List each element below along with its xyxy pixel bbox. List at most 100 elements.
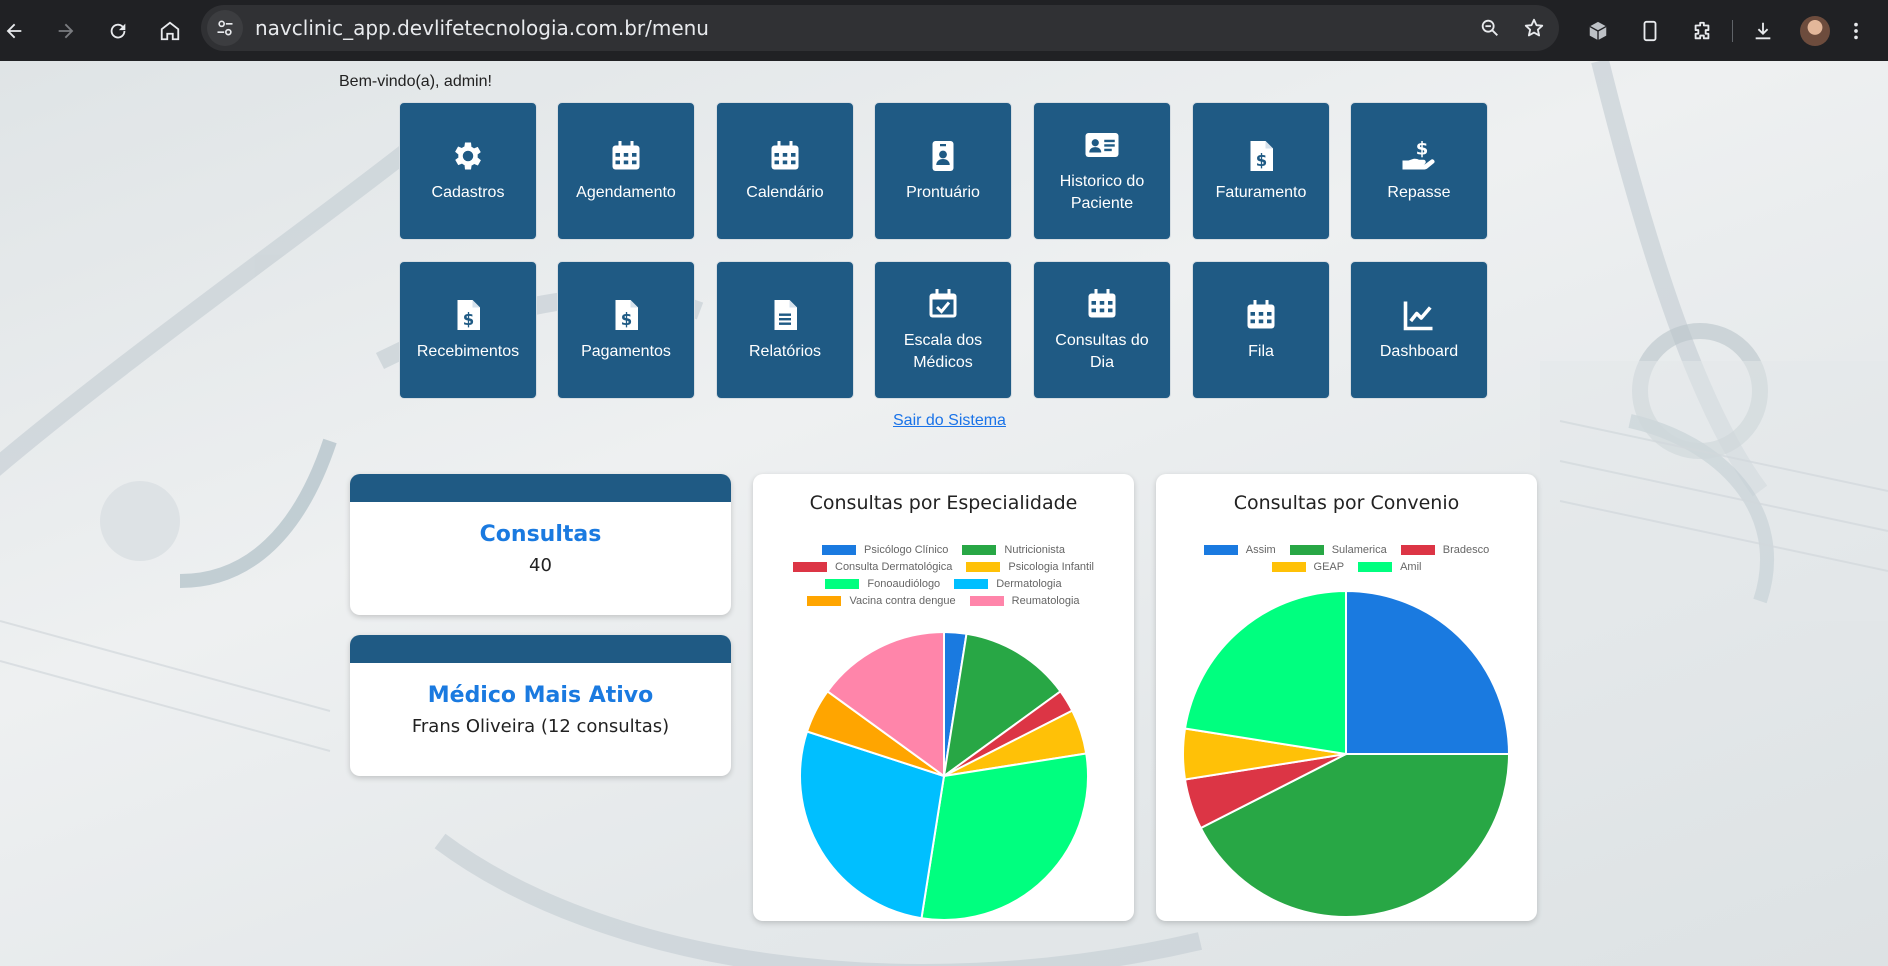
tile-fila[interactable]: Fila [1192,261,1330,399]
chart-title: Consultas por Especialidade [809,492,1078,514]
legend-item[interactable]: Reumatologia [969,595,1080,607]
tile-historico-do-paciente[interactable]: Historico do Paciente [1033,102,1171,240]
download-icon [1755,22,1771,39]
legend-label: Assim [1245,544,1276,556]
tile-label: Faturamento [1215,184,1307,201]
legend-item[interactable]: Amil [1358,561,1421,573]
tile-label: Fila [1248,343,1274,360]
tile-repasse[interactable]: $ Repasse [1350,102,1488,240]
tile-agendamento[interactable]: Agendamento [557,102,695,240]
welcome-message: Bem-vindo(a), admin! [339,73,492,90]
tile-relatorios[interactable]: Relatórios [716,261,854,399]
tile-prontuario[interactable]: Prontuário [874,102,1012,240]
tile-label: Consultas do Dia [1055,332,1149,371]
logout-link[interactable]: Sair do Sistema [893,412,1006,430]
tile-escala-dos-medicos[interactable]: Escala dos Médicos [874,261,1012,399]
pie-chart-especialidade [799,630,1089,921]
legend-label: Fonoaudiólogo [867,578,941,590]
tile-consultas-do-dia[interactable]: Consultas do Dia [1033,261,1171,399]
legend-label: Psicologia Infantil [1008,561,1094,573]
tile-cadastros[interactable]: Cadastros [399,102,537,240]
svg-text:$: $ [463,310,474,329]
reload-icon [110,23,126,38]
downloads-button[interactable] [1737,5,1789,57]
tile-label: Recebimentos [416,343,520,360]
legend-swatch [807,596,842,606]
legend-item[interactable]: Assim [1203,544,1276,556]
tile-label: Historico do Paciente [1059,173,1145,212]
puzzle-icon [1694,21,1710,39]
legend-label: Dermatologia [996,578,1062,590]
legend-label: Amil [1400,561,1422,573]
legend-item[interactable]: Vacina contra dengue [807,595,956,607]
chart-card-convenio: Consultas por Convenio Assim Sulamerica Br… [1156,474,1537,921]
tile-calendario[interactable]: Calendário [716,102,854,240]
tile-label: Relatórios [748,343,822,360]
calendar-icon [771,141,799,170]
tile-label: Escala dos Médicos [903,332,983,371]
id-card-icon [1085,133,1119,157]
avatar [1800,15,1830,46]
cube-icon [1589,21,1607,40]
svg-text:$: $ [1416,139,1429,160]
arrow-right-icon [58,23,74,38]
legend-item[interactable]: Nutricionista [962,544,1065,556]
pie-slice-assim[interactable] [1345,589,1511,755]
invoice-dollar-icon: $ [457,300,480,330]
legend-swatch [1203,545,1238,555]
extension-cube-button[interactable] [1572,5,1624,57]
tile-label: Repasse [1387,184,1451,201]
tile-label: Calendário [746,184,824,201]
back-button[interactable] [0,5,40,57]
tile-pagamentos[interactable]: $ Pagamentos [557,261,695,399]
tile-dashboard[interactable]: Dashboard [1350,261,1488,399]
legend-swatch [962,545,997,555]
legend-item[interactable]: Psicólogo Clínico [822,544,948,556]
legend-swatch [954,579,989,589]
svg-text:$: $ [1256,151,1267,170]
legend-item[interactable]: GEAP [1271,561,1345,573]
legend-item[interactable]: Sulamerica [1289,544,1387,556]
legend-label: Vacina contra dengue [849,595,956,607]
legend-label: Bradesco [1442,544,1490,556]
tile-faturamento[interactable]: $ Faturamento [1192,102,1330,240]
tune-icon [217,20,233,36]
device-button[interactable] [1624,5,1676,57]
pie-slice-amil[interactable] [1183,589,1347,756]
bookmark-star-icon[interactable] [1523,17,1545,39]
hand-dollar-icon: $ [1402,139,1435,170]
pie-slice-fonoaudi-logo[interactable] [920,752,1089,921]
address-bar[interactable]: navclinic_app.devlifetecnologia.com.br/m… [201,5,1559,51]
forward-button[interactable] [40,5,92,57]
site-info-button[interactable] [207,10,243,46]
page-content: Bem-vindo(a), admin! Cadastros Agendamen… [0,61,1888,966]
medico-value: Frans Oliveira (12 consultas) [411,716,670,737]
legend-item[interactable]: Dermatologia [954,578,1062,590]
invoice-dollar-icon: $ [615,300,638,330]
reload-button[interactable] [92,5,144,57]
browser-toolbar: navclinic_app.devlifetecnologia.com.br/m… [0,0,1888,61]
legend-swatch [969,596,1004,606]
legend-item[interactable]: Fonoaudiólogo [825,578,940,590]
home-icon [160,21,180,40]
chart-title: Consultas por Convenio [1233,492,1460,514]
medico-title: Médico Mais Ativo [427,683,654,708]
legend-swatch [1400,545,1435,555]
url-text[interactable]: navclinic_app.devlifetecnologia.com.br/m… [255,16,709,40]
legend-swatch [1358,562,1393,572]
legend-label: GEAP [1313,561,1345,573]
legend-swatch [966,562,1001,572]
svg-text:$: $ [621,310,632,329]
tile-recebimentos[interactable]: $ Recebimentos [399,261,537,399]
profile-button[interactable] [1789,5,1841,57]
menu-button[interactable] [1841,5,1871,57]
legend-swatch [825,579,860,589]
home-button[interactable] [144,5,196,57]
legend-item[interactable]: Psicologia Infantil [966,561,1094,573]
zoom-icon[interactable] [1479,17,1501,39]
legend-item[interactable]: Consulta Dermatológica [793,561,952,573]
legend-label: Nutricionista [1004,544,1065,556]
card-header-bar [350,474,731,502]
extensions-button[interactable] [1676,5,1728,57]
legend-item[interactable]: Bradesco [1400,544,1490,556]
